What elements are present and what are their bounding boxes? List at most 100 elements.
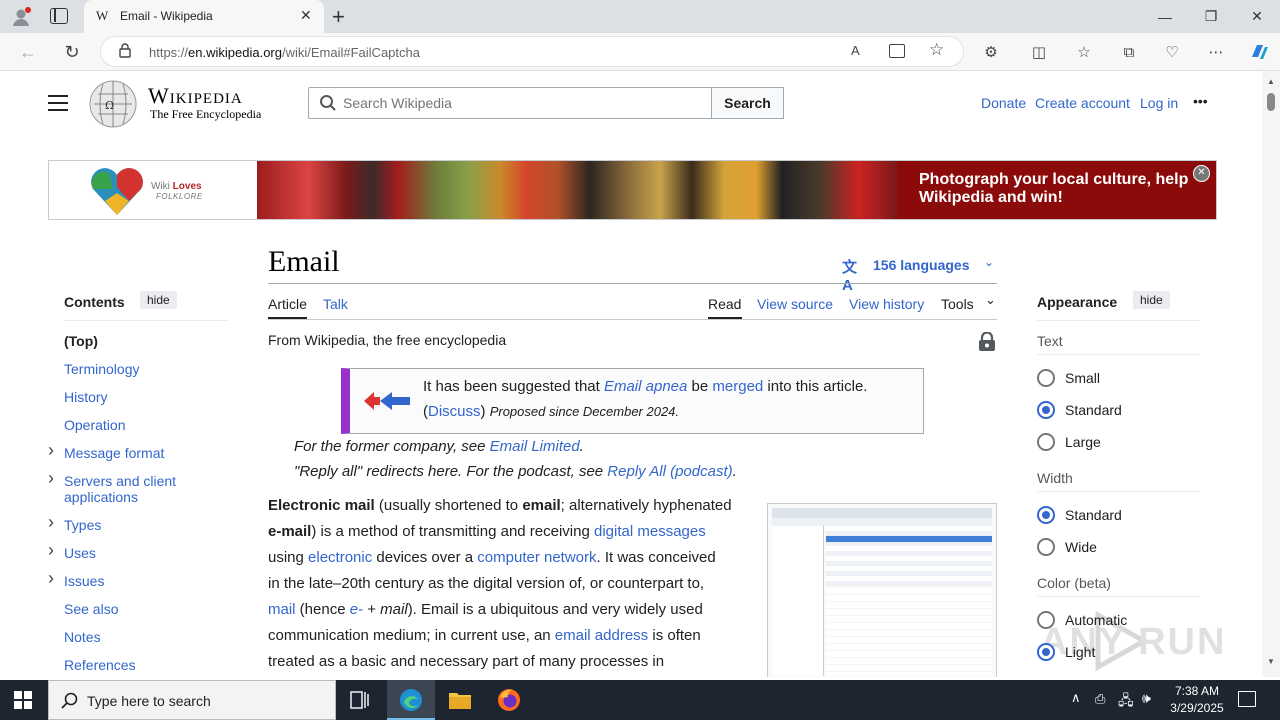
profile-icon[interactable]: [10, 6, 32, 28]
toc-expand-issues-icon[interactable]: ›: [48, 568, 54, 589]
immersive-reader-icon[interactable]: [889, 44, 905, 58]
url-field[interactable]: https://en.wikipedia.org/wiki/Email#Fail…: [100, 36, 964, 67]
toc-item-top[interactable]: (Top): [64, 333, 98, 349]
electronic-link[interactable]: electronic: [308, 549, 372, 566]
collections-icon[interactable]: ⧉: [1115, 38, 1143, 66]
search-box[interactable]: [308, 87, 712, 119]
color-radio-light[interactable]: [1037, 643, 1055, 661]
search-input[interactable]: [343, 92, 703, 114]
toc-item-uses[interactable]: Uses: [64, 545, 96, 561]
notification-center-icon[interactable]: [1238, 691, 1256, 707]
windows-start-icon[interactable]: [14, 691, 32, 709]
page-scrollbar[interactable]: ▲ ▼: [1262, 71, 1280, 677]
edge-taskbar-icon[interactable]: [387, 680, 435, 720]
toc-expand-uses-icon[interactable]: ›: [48, 540, 54, 561]
toc-item-message-format[interactable]: Message format: [64, 445, 164, 461]
toc-item-see-also[interactable]: See also: [64, 601, 118, 617]
toc-item-servers-and-client[interactable]: Servers and client: [64, 473, 176, 489]
split-screen-icon[interactable]: ◫: [1025, 38, 1053, 66]
text-size-radio-standard[interactable]: [1037, 401, 1055, 419]
wiki-loves-folklore-banner[interactable]: Wiki Loves FOLKLORE Photograph your loca…: [48, 160, 1217, 220]
color-radio-automatic[interactable]: [1037, 611, 1055, 629]
tab-view-source[interactable]: View source: [757, 296, 833, 312]
digital-messages-link[interactable]: digital messages: [594, 523, 706, 540]
firefox-icon[interactable]: [497, 688, 521, 712]
toc-item-terminology[interactable]: Terminology: [64, 361, 139, 377]
mail-link[interactable]: mail: [268, 601, 296, 618]
favorite-star-icon[interactable]: ☆: [929, 40, 944, 60]
show-hidden-icons-icon[interactable]: ∧: [1071, 690, 1081, 706]
from-wikipedia-tagline: From Wikipedia, the free encyclopedia: [268, 332, 507, 348]
toc-item-references[interactable]: References: [64, 657, 136, 673]
clock-time[interactable]: 7:38 AM: [1172, 684, 1222, 698]
taskbar-search-box[interactable]: Type here to search: [48, 680, 336, 720]
banner-close-icon[interactable]: ✕: [1193, 165, 1210, 182]
lead-line-5: mail (hence e- + mail). Email is a ubiqu…: [268, 597, 758, 623]
width-radio-standard[interactable]: [1037, 506, 1055, 524]
toc-item-issues[interactable]: Issues: [64, 573, 104, 589]
computer-network-link[interactable]: computer network: [477, 549, 596, 566]
create-account-link[interactable]: Create account: [1035, 95, 1130, 111]
donate-link[interactable]: Donate: [981, 95, 1026, 111]
tab-view-history[interactable]: View history: [849, 296, 924, 312]
onedrive-tray-icon[interactable]: ⎙: [1095, 691, 1105, 707]
reply-all-podcast-link[interactable]: Reply All (podcast): [607, 463, 732, 480]
width-radio-wide[interactable]: [1037, 538, 1055, 556]
scroll-up-arrow-icon[interactable]: ▲: [1267, 77, 1275, 86]
appearance-hide-button[interactable]: hide: [1133, 291, 1170, 309]
close-window-icon[interactable]: ✕: [1234, 0, 1280, 33]
wikipedia-wordmark[interactable]: Wikipedia: [148, 83, 243, 109]
scroll-down-arrow-icon[interactable]: ▼: [1267, 657, 1275, 666]
extensions-icon[interactable]: ⚙: [977, 38, 1005, 66]
discuss-link[interactable]: Discuss: [428, 403, 481, 420]
new-tab-icon[interactable]: +: [332, 4, 345, 30]
file-explorer-icon[interactable]: [448, 690, 472, 710]
favorites-icon[interactable]: ☆: [1070, 38, 1098, 66]
wikipedia-globe-logo-icon[interactable]: Ω: [88, 79, 138, 129]
back-icon[interactable]: ←: [14, 38, 42, 66]
toc-expand-message-format-icon[interactable]: ›: [48, 440, 54, 461]
merged-link[interactable]: merged: [712, 378, 763, 395]
task-view-icon[interactable]: [350, 691, 370, 709]
copilot-icon[interactable]: [1245, 38, 1273, 66]
toc-item-operation[interactable]: Operation: [64, 417, 125, 433]
tab-tools[interactable]: Tools: [941, 296, 974, 312]
email-apnea-link[interactable]: Email apnea: [604, 378, 687, 395]
tab-read[interactable]: Read: [708, 296, 741, 312]
tab-email-wikipedia[interactable]: W Email - Wikipedia ✕: [84, 0, 324, 33]
settings-more-icon[interactable]: ⋯: [1202, 38, 1230, 66]
volume-icon[interactable]: 🕪: [1142, 690, 1151, 707]
main-menu-icon[interactable]: [48, 95, 68, 111]
restore-icon[interactable]: ❐: [1188, 0, 1234, 33]
toc-expand-types-icon[interactable]: ›: [48, 512, 54, 533]
merge-text-2: be: [687, 378, 713, 395]
email-limited-link[interactable]: Email Limited: [490, 438, 580, 455]
close-tab-icon[interactable]: ✕: [300, 7, 312, 24]
scroll-thumb[interactable]: [1267, 93, 1275, 111]
toc-expand-servers-and-client-icon[interactable]: ›: [48, 468, 54, 489]
log-in-link[interactable]: Log in: [1140, 95, 1178, 111]
toc-item-types[interactable]: Types: [64, 517, 101, 533]
toc-item-history[interactable]: History: [64, 389, 108, 405]
network-icon[interactable]: 🖧: [1118, 690, 1134, 714]
infobox-email-client-screenshot[interactable]: [767, 503, 997, 677]
text-size-radio-small[interactable]: [1037, 369, 1055, 387]
toc-item-servers-and-client-line2[interactable]: applications: [64, 489, 138, 505]
browser-essentials-icon[interactable]: ♡: [1158, 38, 1186, 66]
protection-lock-icon[interactable]: [978, 331, 996, 352]
read-aloud-icon[interactable]: A: [851, 43, 860, 58]
refresh-icon[interactable]: ↻: [58, 38, 86, 66]
tab-talk[interactable]: Talk: [323, 296, 348, 312]
tools-chevron-down-icon[interactable]: ⌄: [985, 292, 996, 308]
minimize-icon[interactable]: —: [1142, 0, 1188, 33]
search-button[interactable]: Search: [711, 87, 784, 119]
email-address-link[interactable]: email address: [555, 627, 648, 644]
e-prefix-link[interactable]: e-: [350, 601, 363, 618]
tab-article[interactable]: Article: [268, 296, 307, 312]
text-size-radio-large[interactable]: [1037, 433, 1055, 451]
clock-date[interactable]: 3/29/2025: [1166, 701, 1228, 715]
tab-actions-icon[interactable]: [50, 8, 68, 24]
toc-item-notes[interactable]: Notes: [64, 629, 101, 645]
personal-tools-more-icon[interactable]: •••: [1193, 93, 1208, 109]
toc-hide-button[interactable]: hide: [140, 291, 177, 309]
